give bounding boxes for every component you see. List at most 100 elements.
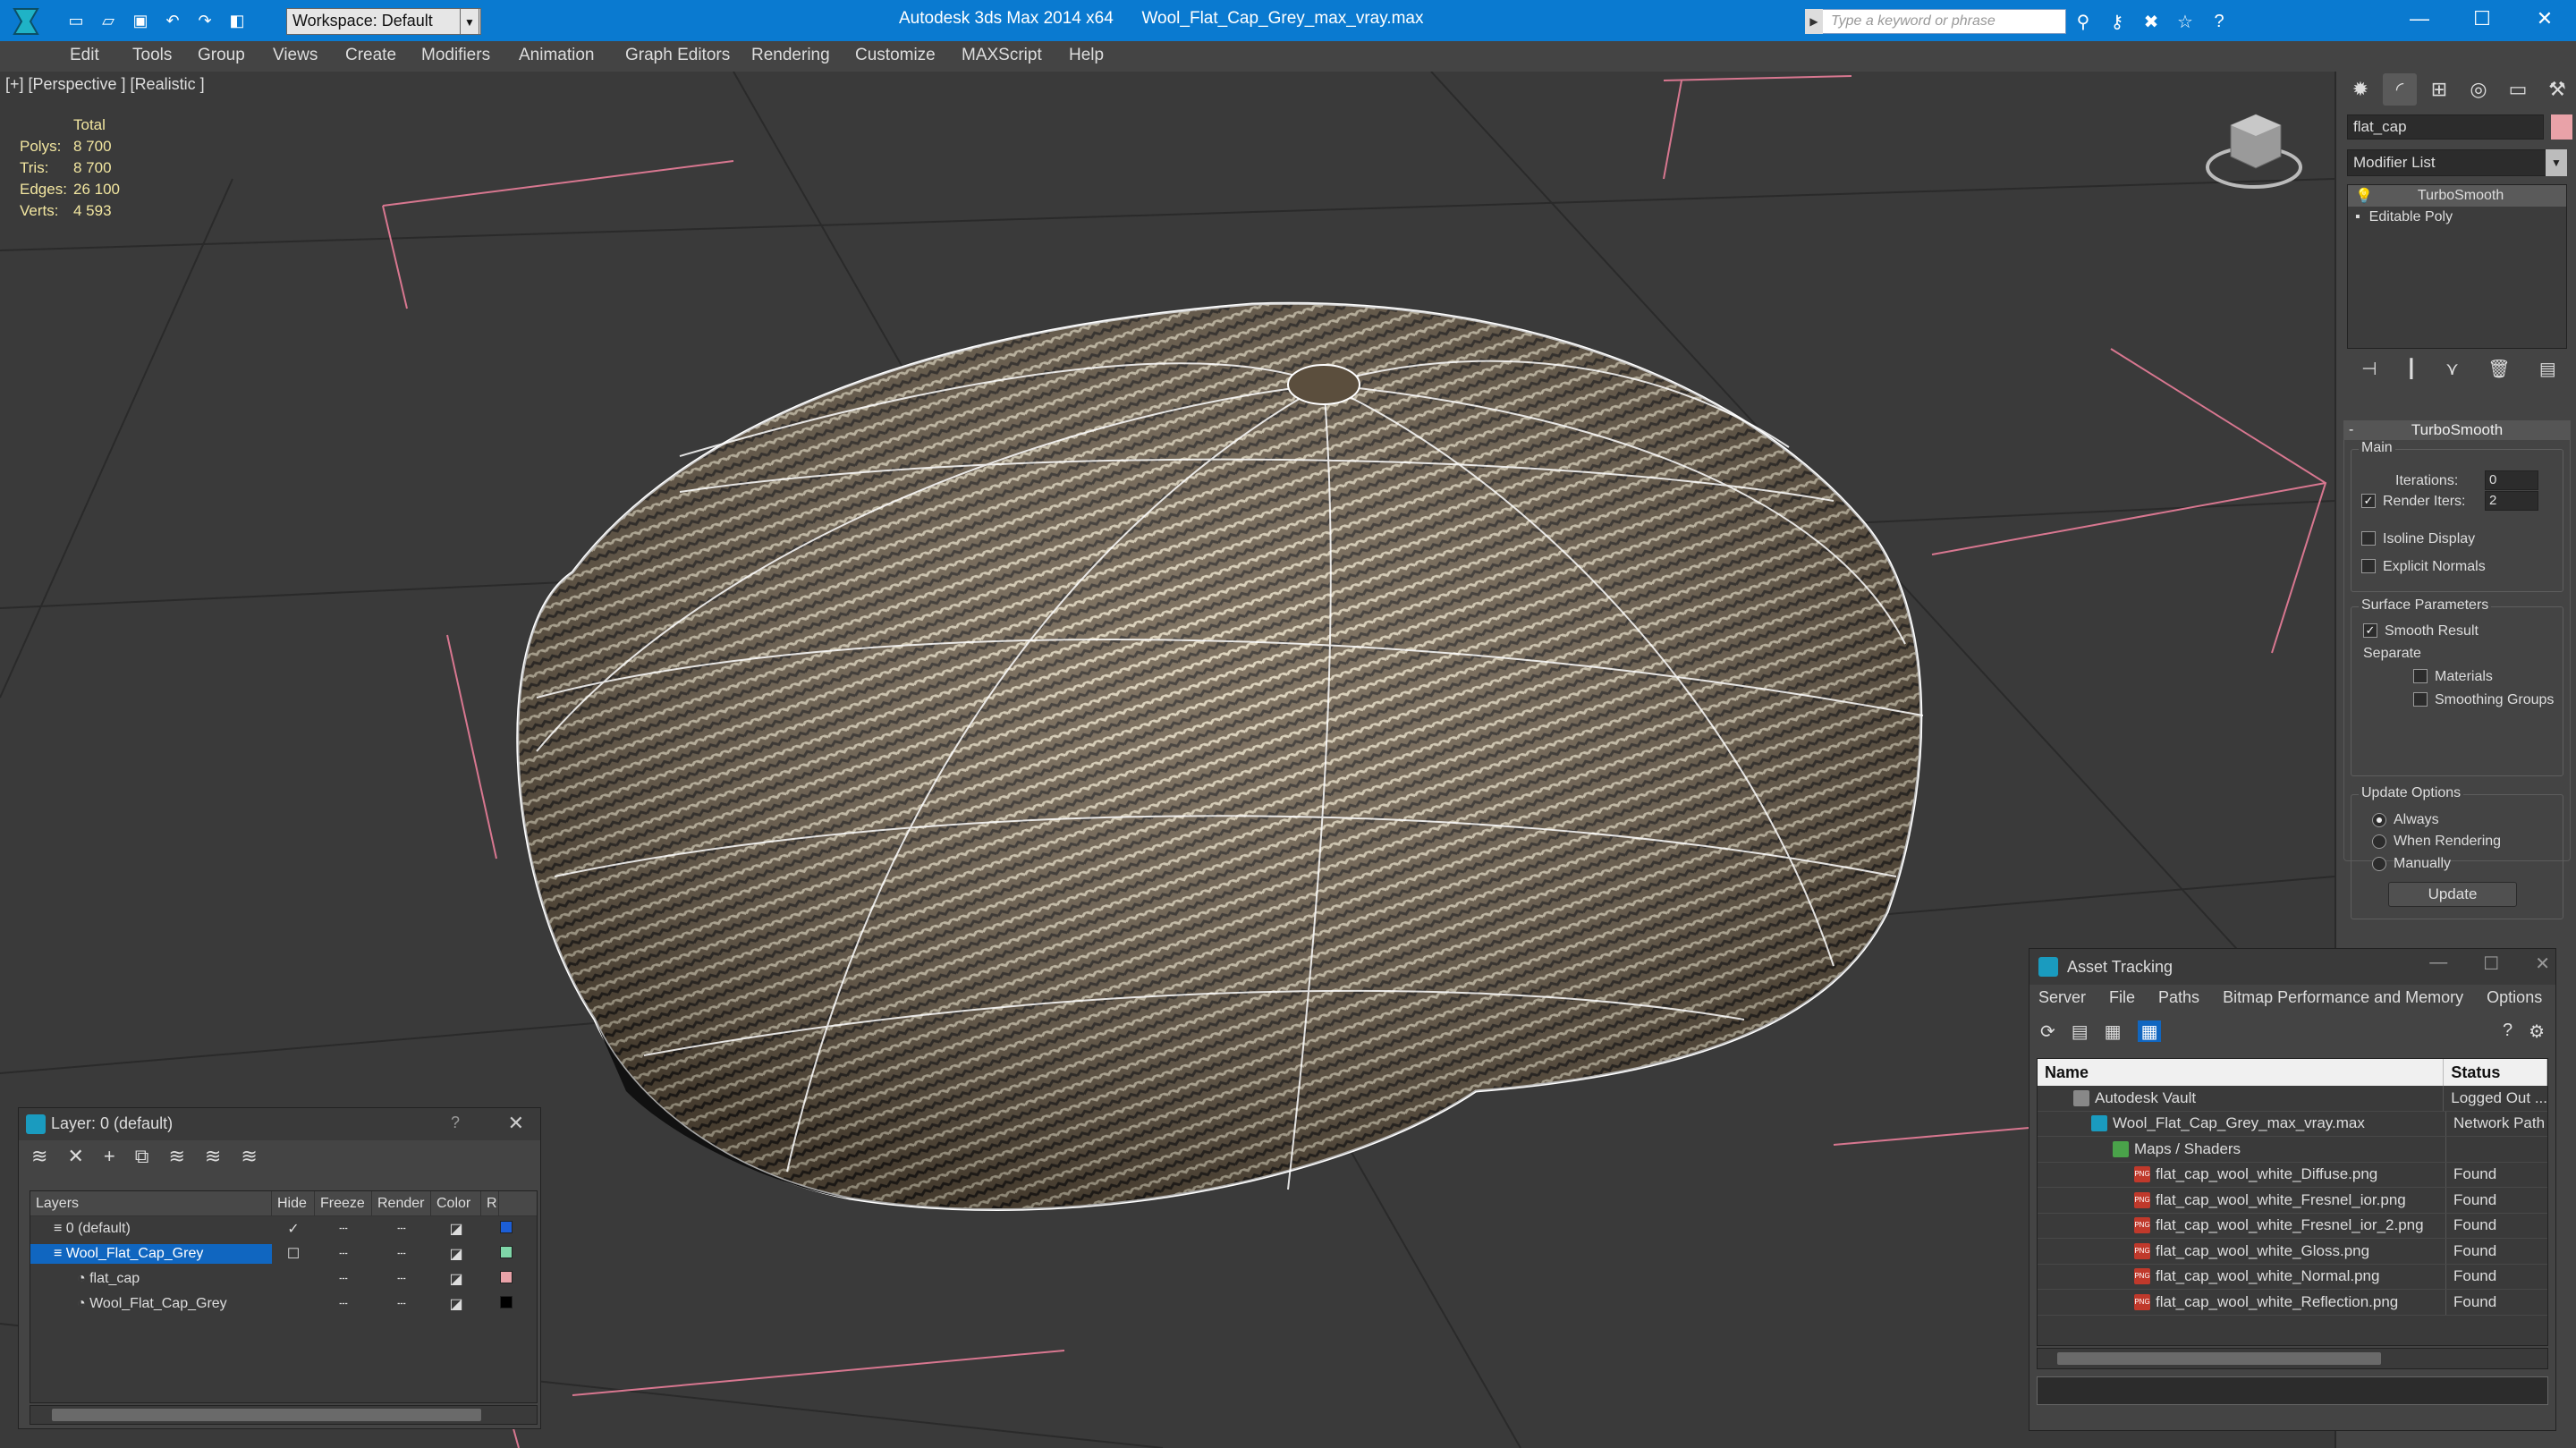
layer-row[interactable]: ≡ Wool_Flat_Cap_Grey ☐ ┄ ┄ ◪ xyxy=(30,1241,537,1266)
hold-icon[interactable]: ◧ xyxy=(224,7,250,34)
render-toggle-icon[interactable]: ◪ xyxy=(431,1270,481,1288)
chevron-right-icon[interactable]: ▶ xyxy=(1805,9,1823,34)
menu-group[interactable]: Group xyxy=(198,46,245,65)
save-icon[interactable]: ▣ xyxy=(127,7,154,34)
render-toggle-icon[interactable]: ◪ xyxy=(431,1245,481,1263)
horizontal-scrollbar[interactable] xyxy=(30,1405,538,1425)
smooth-result-checkbox[interactable]: ✓ xyxy=(2363,623,2377,638)
modifier-list-dropdown[interactable]: Modifier List xyxy=(2347,149,2562,176)
col-color[interactable]: Color xyxy=(431,1191,481,1215)
menu-tools[interactable]: Tools xyxy=(132,46,172,65)
flat-cap-mesh[interactable] xyxy=(516,301,1924,1212)
close-icon[interactable]: ✕ xyxy=(2535,953,2550,975)
menu-create[interactable]: Create xyxy=(345,46,396,65)
highlight-layer-icon[interactable]: ≋ xyxy=(168,1145,184,1168)
undo-icon[interactable]: ↶ xyxy=(159,7,186,34)
asset-row[interactable]: Maps / Shaders xyxy=(2038,1137,2547,1163)
menu-customize[interactable]: Customize xyxy=(855,46,936,65)
object-name-field[interactable]: flat_cap xyxy=(2347,114,2544,140)
update-button[interactable]: Update xyxy=(2388,882,2517,907)
star-icon[interactable]: ☆ xyxy=(2172,9,2199,34)
exchange-icon[interactable]: ✖ xyxy=(2138,9,2165,34)
col-render[interactable]: Render xyxy=(372,1191,431,1215)
col-layers[interactable]: Layers xyxy=(30,1191,272,1215)
scrollbar-thumb[interactable] xyxy=(2057,1352,2381,1365)
hide-all-icon[interactable]: ≋ xyxy=(205,1145,221,1168)
make-unique-icon[interactable]: ⋎ xyxy=(2445,358,2459,380)
maximize-icon[interactable]: ☐ xyxy=(2451,0,2513,38)
lightbulb-icon[interactable]: 💡 xyxy=(2355,187,2373,205)
render-iters-checkbox[interactable]: ✓ xyxy=(2361,494,2376,508)
asset-row[interactable]: PNG flat_cap_wool_white_Gloss.png Found xyxy=(2038,1239,2547,1265)
show-end-result-icon[interactable]: ┃ xyxy=(2406,358,2417,380)
menu-graph-editors[interactable]: Graph Editors xyxy=(625,46,730,65)
list-view-icon[interactable]: ▤ xyxy=(2072,1020,2089,1042)
pin-stack-icon[interactable]: ⊣ xyxy=(2361,358,2377,380)
render-toggle-icon[interactable]: ◪ xyxy=(431,1295,481,1313)
menu-options[interactable]: Options xyxy=(2487,988,2542,1010)
color-swatch[interactable] xyxy=(481,1220,531,1238)
menu-modifiers[interactable]: Modifiers xyxy=(421,46,490,65)
workspace-dropdown[interactable]: Workspace: Default xyxy=(286,8,481,35)
turbosmooth-rollout-header[interactable]: - TurboSmooth xyxy=(2343,420,2571,440)
render-toggle-icon[interactable]: ◪ xyxy=(431,1220,481,1238)
utilities-tab-icon[interactable]: ⚒ xyxy=(2540,73,2574,106)
menu-help[interactable]: Help xyxy=(1069,46,1104,65)
stack-item-editable-poly[interactable]: ▪ Editable Poly xyxy=(2348,207,2566,228)
close-icon[interactable]: ✕ xyxy=(2513,0,2576,38)
asset-row[interactable]: Wool_Flat_Cap_Grey_max_vray.max Network P… xyxy=(2038,1111,2547,1137)
menu-bitmap-performance[interactable]: Bitmap Performance and Memory xyxy=(2223,988,2463,1010)
materials-checkbox[interactable] xyxy=(2413,669,2428,683)
freeze-all-icon[interactable]: ≋ xyxy=(241,1145,257,1168)
col-freeze[interactable]: Freeze xyxy=(315,1191,372,1215)
menu-maxscript[interactable]: MAXScript xyxy=(962,46,1042,65)
color-swatch[interactable] xyxy=(481,1245,531,1263)
col-name[interactable]: Name xyxy=(2038,1059,2445,1086)
active-check-icon[interactable]: ✓ xyxy=(272,1220,315,1238)
col-hide[interactable]: Hide xyxy=(272,1191,315,1215)
new-file-icon[interactable]: ▭ xyxy=(63,7,89,34)
menu-paths[interactable]: Paths xyxy=(2158,988,2199,1010)
modify-tab-icon[interactable]: ◜ xyxy=(2383,73,2417,106)
refresh-icon[interactable]: ⟳ xyxy=(2040,1020,2055,1042)
add-icon[interactable]: + xyxy=(104,1145,115,1168)
delete-icon[interactable]: ✕ xyxy=(67,1145,83,1168)
open-file-icon[interactable]: ▱ xyxy=(95,7,122,34)
color-swatch[interactable] xyxy=(481,1295,531,1313)
manually-radio[interactable] xyxy=(2372,857,2386,871)
scrollbar-thumb[interactable] xyxy=(52,1409,481,1421)
layer-row[interactable]: ≡ 0 (default) ✓ ┄ ┄ ◪ xyxy=(30,1216,537,1241)
configure-sets-icon[interactable]: ▤ xyxy=(2539,358,2556,380)
search-input[interactable]: Type a keyword or phrase xyxy=(1805,9,2066,34)
freeze-toggle[interactable]: ┄ xyxy=(372,1295,431,1313)
isoline-display-checkbox[interactable] xyxy=(2361,531,2376,546)
key-icon[interactable]: ⚷ xyxy=(2104,9,2131,34)
stack-item-turbosmooth[interactable]: 💡 TurboSmooth xyxy=(2348,185,2566,207)
help-icon[interactable]: ? xyxy=(2206,9,2233,34)
hide-toggle[interactable]: ┄ xyxy=(315,1220,372,1238)
when-rendering-radio[interactable] xyxy=(2372,834,2386,849)
freeze-toggle[interactable]: ┄ xyxy=(372,1220,431,1238)
menu-server[interactable]: Server xyxy=(2038,988,2086,1010)
binoculars-icon[interactable]: ⚲ xyxy=(2070,9,2097,34)
asset-window-titlebar[interactable]: Asset Tracking — ☐ ✕ xyxy=(2029,949,2555,985)
collapse-icon[interactable]: - xyxy=(2349,420,2353,440)
table-view-icon[interactable]: ▦ xyxy=(2137,1020,2162,1042)
col-status[interactable]: Status xyxy=(2444,1059,2547,1086)
iterations-spinner[interactable]: 0 xyxy=(2485,470,2538,490)
hide-toggle[interactable]: ┄ xyxy=(315,1295,372,1313)
detail-view-icon[interactable]: ▦ xyxy=(2105,1020,2122,1042)
layers-icon[interactable]: ≋ xyxy=(31,1145,47,1168)
display-tab-icon[interactable]: ▭ xyxy=(2501,73,2535,106)
asset-row[interactable]: Autodesk Vault Logged Out ... xyxy=(2038,1086,2547,1112)
asset-row[interactable]: PNG flat_cap_wool_white_Fresnel_ior_2.png… xyxy=(2038,1213,2547,1239)
chevron-down-icon[interactable]: ▼ xyxy=(2546,149,2567,176)
help-icon[interactable]: ? xyxy=(451,1114,460,1132)
app-logo-icon[interactable] xyxy=(5,4,52,39)
layer-row[interactable]: ◔ flat_cap ┄ ┄ ◪ xyxy=(30,1266,537,1291)
menu-views[interactable]: Views xyxy=(273,46,318,65)
active-box-icon[interactable]: ☐ xyxy=(272,1245,315,1263)
view-cube[interactable] xyxy=(2206,114,2302,189)
hide-toggle[interactable]: ┄ xyxy=(315,1245,372,1263)
remove-modifier-icon[interactable]: 🗑 xyxy=(2487,358,2510,380)
